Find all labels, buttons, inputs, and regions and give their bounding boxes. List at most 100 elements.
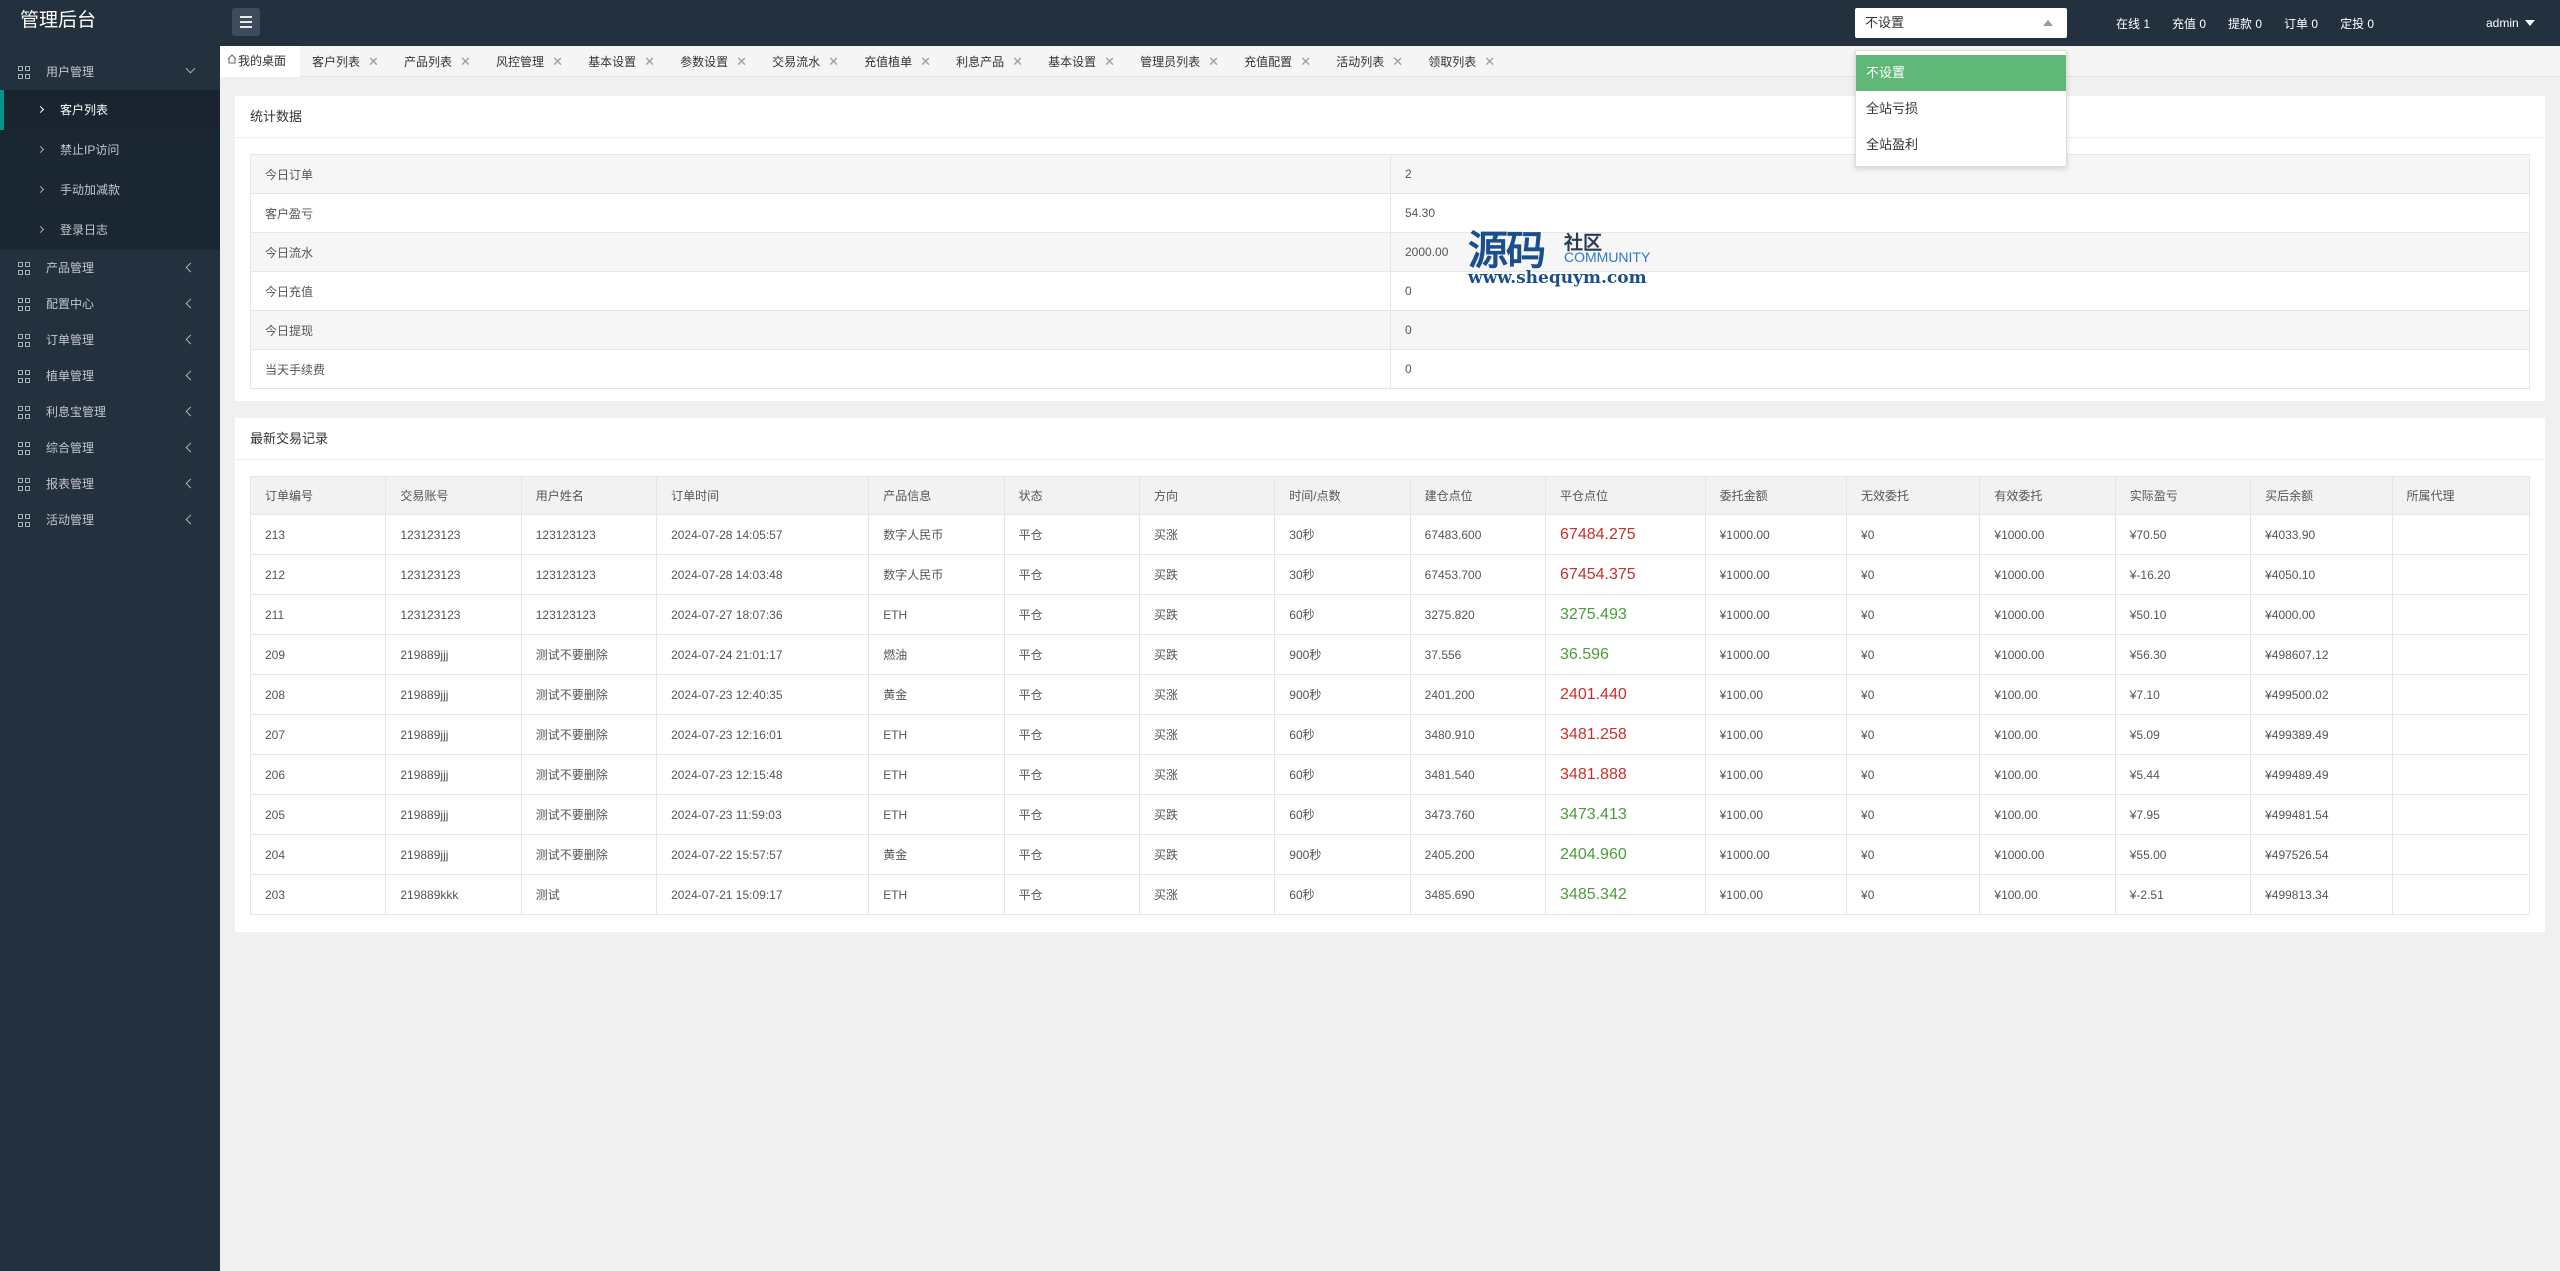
tab-interest-products[interactable]: 利息产品 ✕	[944, 46, 1036, 77]
cell-pnl: ¥55.00	[2114, 834, 2252, 875]
chevron-right-icon	[36, 145, 45, 154]
deposit-count-link[interactable]: 充值 0	[2172, 15, 2206, 32]
option-site-profit[interactable]: 全站盈利	[1856, 127, 2066, 163]
close-icon[interactable]: ✕	[1292, 46, 1324, 77]
tab-bar: 我的桌面 客户列表 ✕ 产品列表 ✕ 风控管理 ✕ 基本设置 ✕ 参数设置 ✕ 交易流水 ✕…	[220, 46, 2560, 77]
table-row: 205 219889jjj 测试不要删除 2024-07-23 11:59:03 ETH…	[249, 794, 2531, 835]
cell-open: 67453.700	[1409, 554, 1547, 595]
cell-dir: 买跌	[1138, 634, 1276, 675]
table-row: 今日订单 2	[250, 154, 2530, 194]
cell-invalid: ¥0	[1846, 714, 1981, 755]
sidebar-item-user-management[interactable]: 用户管理	[0, 54, 220, 90]
option-none[interactable]: 不设置	[1856, 55, 2066, 91]
tab-basic-settings-2[interactable]: 基本设置 ✕	[1036, 46, 1128, 77]
sidebar-item-interest-management[interactable]: 利息宝管理	[0, 394, 220, 430]
cell-time: 2024-07-23 12:16:01	[656, 714, 870, 755]
sidebar-item-order-management[interactable]: 订单管理	[0, 322, 220, 358]
withdraw-count-link[interactable]: 提款 0	[2228, 15, 2262, 32]
table-header-row: 订单编号 交易账号 用户姓名 订单时间 产品信息 状态 方向 时间/点数 建仓点位 平仓点位 委托金…	[249, 476, 2531, 515]
close-icon[interactable]: ✕	[1476, 46, 1508, 77]
column-header: 委托金额	[1704, 476, 1848, 515]
tab-claim-list[interactable]: 领取列表 ✕	[1416, 46, 1508, 77]
close-icon[interactable]: ✕	[1384, 46, 1416, 77]
cell-agent	[2391, 674, 2531, 715]
cell-name: 测试不要删除	[520, 754, 658, 795]
cell-open: 3481.540	[1409, 754, 1547, 795]
cell-product: 黄金	[868, 834, 1005, 875]
close-icon[interactable]: ✕	[820, 46, 852, 77]
cell-status: 平仓	[1003, 594, 1140, 635]
sidebar-item-general-management[interactable]: 综合管理	[0, 430, 220, 466]
sidebar-subitem-ip-ban[interactable]: 禁止IP访问	[0, 130, 220, 170]
cell-time: 2024-07-23 11:59:03	[656, 794, 870, 835]
column-header: 交易账号	[385, 476, 522, 515]
cell-dur: 900秒	[1274, 834, 1411, 875]
close-icon[interactable]: ✕	[636, 46, 668, 77]
cell-pnl: ¥-2.51	[2114, 874, 2252, 915]
sidebar-item-report-management[interactable]: 报表管理	[0, 466, 220, 502]
profit-mode-select[interactable]: 不设置	[1855, 8, 2067, 38]
cell-time: 2024-07-23 12:15:48	[656, 754, 870, 795]
sidebar-subitem-customer-list[interactable]: 客户列表	[0, 90, 220, 130]
cell-id: 204	[249, 834, 387, 875]
cell-valid: ¥100.00	[1979, 674, 2116, 715]
cell-amount: ¥1000.00	[1704, 634, 1848, 675]
cell-product: ETH	[868, 874, 1005, 915]
close-icon[interactable]: ✕	[728, 46, 760, 77]
order-count-link[interactable]: 订单 0	[2284, 15, 2318, 32]
sidebar-item-product-management[interactable]: 产品管理	[0, 250, 220, 286]
tab-transactions[interactable]: 交易流水 ✕	[760, 46, 852, 77]
column-header: 时间/点数	[1274, 476, 1411, 515]
close-icon[interactable]: ✕	[544, 46, 576, 77]
close-icon[interactable]: ✕	[360, 46, 392, 77]
tab-deposit-orders[interactable]: 充值植单 ✕	[852, 46, 944, 77]
close-icon[interactable]: ✕	[912, 46, 944, 77]
invest-count-link[interactable]: 定投 0	[2340, 15, 2374, 32]
option-site-loss[interactable]: 全站亏损	[1856, 91, 2066, 127]
grid-icon	[18, 406, 31, 419]
tab-my-desktop[interactable]: 我的桌面	[220, 46, 301, 77]
cell-agent	[2391, 554, 2531, 595]
sidebar-item-config-center[interactable]: 配置中心	[0, 286, 220, 322]
menu-toggle-button[interactable]	[232, 8, 260, 36]
cell-close: 67454.375	[1545, 554, 1706, 595]
close-icon[interactable]: ✕	[1004, 46, 1036, 77]
column-header: 建仓点位	[1409, 476, 1547, 515]
table-row: 206 219889jjj 测试不要删除 2024-07-23 12:15:48 ETH…	[249, 754, 2531, 795]
cell-dur: 900秒	[1274, 674, 1411, 715]
close-icon[interactable]: ✕	[1096, 46, 1128, 77]
cell-balance: ¥4000.00	[2250, 594, 2393, 635]
cell-time: 2024-07-23 12:40:35	[656, 674, 870, 715]
cell-agent	[2391, 834, 2531, 875]
cell-close: 3481.258	[1545, 714, 1706, 755]
cell-open: 67483.600	[1409, 514, 1547, 555]
cell-invalid: ¥0	[1846, 514, 1981, 555]
sidebar-subitem-manual-adjust[interactable]: 手动加减款	[0, 170, 220, 210]
sidebar-subitem-login-log[interactable]: 登录日志	[0, 210, 220, 250]
tab-basic-settings[interactable]: 基本设置 ✕	[576, 46, 668, 77]
cell-account: 123123123	[385, 594, 522, 635]
tab-product-list[interactable]: 产品列表 ✕	[392, 46, 484, 77]
caret-up-icon	[2043, 20, 2053, 26]
tab-activity-list[interactable]: 活动列表 ✕	[1324, 46, 1416, 77]
column-header: 订单编号	[249, 476, 387, 515]
user-menu[interactable]: admin	[2486, 0, 2535, 46]
cell-open: 2401.200	[1409, 674, 1547, 715]
cell-amount: ¥100.00	[1704, 674, 1848, 715]
cell-product: ETH	[868, 754, 1005, 795]
cell-close: 3481.888	[1545, 754, 1706, 795]
close-icon[interactable]: ✕	[1200, 46, 1232, 77]
close-icon[interactable]: ✕	[452, 46, 484, 77]
cell-agent	[2391, 874, 2531, 915]
tab-customer-list[interactable]: 客户列表 ✕	[300, 46, 392, 77]
close-price: 67454.375	[1560, 565, 1636, 583]
tab-deposit-config[interactable]: 充值配置 ✕	[1232, 46, 1324, 77]
chevron-left-icon	[185, 478, 196, 489]
sidebar-item-activity-management[interactable]: 活动管理	[0, 502, 220, 538]
tab-param-settings[interactable]: 参数设置 ✕	[668, 46, 760, 77]
chevron-left-icon	[185, 406, 196, 417]
online-count-link[interactable]: 在线 1	[2116, 15, 2150, 32]
sidebar-item-plant-order-management[interactable]: 植单管理	[0, 358, 220, 394]
tab-risk-control[interactable]: 风控管理 ✕	[484, 46, 576, 77]
tab-admin-list[interactable]: 管理员列表 ✕	[1128, 46, 1232, 77]
